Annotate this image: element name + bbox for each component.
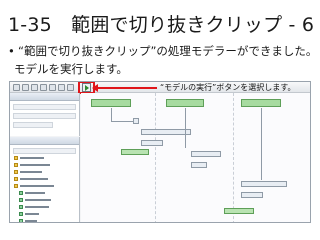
input-layer-node[interactable]: [91, 99, 131, 107]
input-extent-node[interactable]: [241, 99, 281, 107]
folder-icon: [14, 156, 18, 160]
tree-item[interactable]: [10, 218, 79, 222]
panel-header: [10, 137, 79, 145]
tree-item[interactable]: [10, 176, 79, 182]
tree-item[interactable]: [10, 211, 79, 217]
lane-divider: [233, 93, 234, 222]
slide-title: 1-35 範囲で切り抜きクリップ - 6: [8, 14, 315, 36]
callout-arrow: [95, 87, 157, 89]
tree-item[interactable]: [10, 155, 79, 161]
panel-header: [10, 93, 79, 101]
bullet-line-2: モデルを実行します。: [14, 62, 128, 76]
output-node[interactable]: [224, 208, 254, 214]
model-group-field[interactable]: [13, 113, 76, 119]
bullet-text: • “範囲で切り抜きクリップ”の処理モデラーができました。: [8, 42, 317, 60]
folder-icon: [14, 177, 18, 181]
modeler-screenshot: “モデルの実行”ボタンを選択します。: [9, 81, 311, 223]
tool-icon: [19, 219, 23, 222]
new-model-icon[interactable]: [13, 84, 20, 91]
connector: [111, 121, 133, 122]
folder-icon: [14, 170, 18, 174]
folder-icon: [14, 184, 18, 188]
tool-icon: [19, 191, 23, 195]
model-extra-field[interactable]: [13, 122, 53, 128]
output-node[interactable]: [121, 149, 149, 155]
model-properties-panel: [10, 93, 80, 136]
tree-item[interactable]: [10, 183, 79, 189]
bullet-mark: •: [8, 44, 15, 58]
input-mask-node[interactable]: [166, 99, 204, 107]
edit-help-icon[interactable]: [58, 84, 65, 91]
bullet-line-1: “範囲で切り抜きクリップ”の処理モデラーができました。: [18, 44, 318, 58]
lane-divider: [155, 93, 156, 222]
algorithm-node[interactable]: [241, 181, 287, 187]
algorithms-panel: [10, 137, 80, 222]
save-as-icon[interactable]: [40, 84, 47, 91]
tree-item[interactable]: [10, 162, 79, 168]
callout-text: “モデルの実行”ボタンを選択します。: [160, 83, 296, 92]
param-node[interactable]: [141, 140, 163, 146]
param-node[interactable]: [133, 118, 139, 124]
tree-item[interactable]: [10, 197, 79, 203]
param-node[interactable]: [191, 162, 207, 168]
tree-item[interactable]: [10, 169, 79, 175]
model-canvas[interactable]: [81, 93, 310, 222]
algorithm-node[interactable]: [191, 151, 221, 157]
folder-icon: [14, 163, 18, 167]
connector: [261, 108, 262, 180]
connector: [185, 108, 186, 148]
algorithm-node[interactable]: [141, 129, 191, 135]
connector: [111, 108, 112, 121]
tree-item[interactable]: [10, 204, 79, 210]
save-model-icon[interactable]: [31, 84, 38, 91]
param-node[interactable]: [241, 192, 263, 198]
callout-arrow-head: [92, 84, 98, 92]
algorithm-search-input[interactable]: [13, 148, 76, 154]
tool-icon: [19, 198, 23, 202]
tool-icon: [19, 212, 23, 216]
python-icon[interactable]: [67, 84, 74, 91]
open-model-icon[interactable]: [22, 84, 29, 91]
model-name-field[interactable]: [13, 104, 76, 110]
tool-icon: [19, 205, 23, 209]
export-icon[interactable]: [49, 84, 56, 91]
tree-item[interactable]: [10, 190, 79, 196]
